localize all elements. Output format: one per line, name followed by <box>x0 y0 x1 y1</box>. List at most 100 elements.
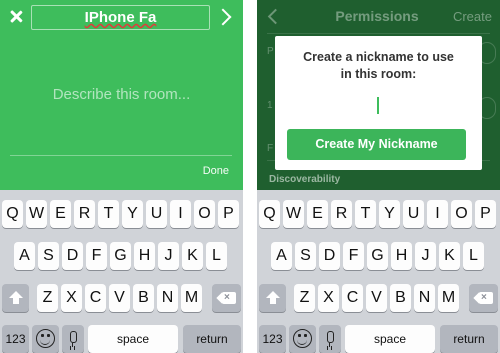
key-k[interactable]: K <box>439 242 460 270</box>
numbers-key[interactable]: 123 <box>2 325 29 353</box>
emoji-key[interactable] <box>289 325 316 353</box>
key-a[interactable]: A <box>14 242 35 270</box>
key-x[interactable]: X <box>318 284 339 312</box>
background-text: F <box>267 143 274 154</box>
key-i[interactable]: I <box>170 200 191 228</box>
delete-key[interactable]: × <box>212 284 241 312</box>
room-title-value: IPhone Fa <box>84 9 157 26</box>
microphone-key[interactable] <box>62 325 84 353</box>
key-u[interactable]: U <box>403 200 424 228</box>
room-description-input[interactable]: Describe this room... <box>0 84 243 106</box>
discoverability-label: Discoverability <box>269 174 341 185</box>
key-c[interactable]: C <box>85 284 106 312</box>
backspace-x-glyph: × <box>224 292 230 303</box>
background-text: P <box>267 46 274 57</box>
permissions-panel: Permissions Create P 1 F Discoverability… <box>257 0 500 190</box>
key-i[interactable]: I <box>427 200 448 228</box>
create-nickname-button[interactable]: Create My Nickname <box>287 129 466 160</box>
divider <box>10 155 232 156</box>
emoji-key[interactable] <box>32 325 59 353</box>
nickname-input-caret[interactable] <box>377 97 379 114</box>
key-t[interactable]: T <box>355 200 376 228</box>
shift-key[interactable] <box>259 284 286 312</box>
key-j[interactable]: J <box>158 242 179 270</box>
key-v[interactable]: V <box>366 284 387 312</box>
key-n[interactable]: N <box>157 284 178 312</box>
permissions-screen: Permissions Create P 1 F Discoverability… <box>257 0 500 353</box>
nickname-dialog: Create a nickname to use in this room: C… <box>275 36 482 170</box>
key-q[interactable]: Q <box>259 200 280 228</box>
numbers-key[interactable]: 123 <box>259 325 286 353</box>
keyboard: Q W E R T Y U I O P A S D F G H J K L Z X C V B N M × 123 space retur… <box>257 190 500 353</box>
background-divider <box>267 33 490 34</box>
return-key[interactable]: return <box>183 325 241 353</box>
key-v[interactable]: V <box>109 284 130 312</box>
microphone-icon <box>326 331 334 347</box>
background-text: 1 <box>267 100 273 111</box>
key-r[interactable]: R <box>331 200 352 228</box>
dialog-title-line1: Create a nickname to use <box>303 50 454 64</box>
key-l[interactable]: L <box>206 242 227 270</box>
key-h[interactable]: H <box>391 242 412 270</box>
key-w[interactable]: W <box>283 200 304 228</box>
page-title: Permissions <box>335 8 419 24</box>
key-m[interactable]: M <box>438 284 459 312</box>
key-e[interactable]: E <box>50 200 71 228</box>
shift-icon <box>266 291 280 305</box>
room-title-input[interactable]: IPhone Fa <box>31 5 210 30</box>
dialog-title-line2: in this room: <box>340 67 417 81</box>
key-y[interactable]: Y <box>122 200 143 228</box>
key-b[interactable]: B <box>133 284 154 312</box>
microphone-key[interactable] <box>319 325 341 353</box>
key-t[interactable]: T <box>98 200 119 228</box>
space-key[interactable]: space <box>88 325 178 353</box>
key-s[interactable]: S <box>295 242 316 270</box>
key-d[interactable]: D <box>319 242 340 270</box>
key-u[interactable]: U <box>146 200 167 228</box>
emoji-icon <box>36 329 55 348</box>
key-g[interactable]: G <box>110 242 131 270</box>
delete-key[interactable]: × <box>469 284 498 312</box>
key-o[interactable]: O <box>194 200 215 228</box>
key-g[interactable]: G <box>367 242 388 270</box>
key-k[interactable]: K <box>182 242 203 270</box>
key-r[interactable]: R <box>74 200 95 228</box>
emoji-icon <box>293 329 312 348</box>
key-a[interactable]: A <box>271 242 292 270</box>
key-f[interactable]: F <box>86 242 107 270</box>
key-s[interactable]: S <box>38 242 59 270</box>
key-y[interactable]: Y <box>379 200 400 228</box>
key-z[interactable]: Z <box>37 284 58 312</box>
create-button[interactable]: Create <box>453 9 492 24</box>
room-header-panel: IPhone Fa Describe this room... Done <box>0 0 243 190</box>
key-w[interactable]: W <box>26 200 47 228</box>
key-z[interactable]: Z <box>294 284 315 312</box>
keyboard: Q W E R T Y U I O P A S D F G H J K L Z X C V B N M × 123 space retur… <box>0 190 243 353</box>
key-e[interactable]: E <box>307 200 328 228</box>
key-o[interactable]: O <box>451 200 472 228</box>
dialog-title: Create a nickname to use in this room: <box>275 49 482 83</box>
key-n[interactable]: N <box>414 284 435 312</box>
key-x[interactable]: X <box>61 284 82 312</box>
chevron-right-icon[interactable] <box>217 8 233 26</box>
shift-key[interactable] <box>2 284 29 312</box>
key-f[interactable]: F <box>343 242 364 270</box>
microphone-icon <box>69 331 77 347</box>
done-button[interactable]: Done <box>203 165 229 177</box>
shift-icon <box>9 291 23 305</box>
key-b[interactable]: B <box>390 284 411 312</box>
key-c[interactable]: C <box>342 284 363 312</box>
space-key[interactable]: space <box>345 325 435 353</box>
key-d[interactable]: D <box>62 242 83 270</box>
chevron-left-icon[interactable] <box>267 9 279 23</box>
close-icon[interactable] <box>6 6 26 28</box>
key-q[interactable]: Q <box>2 200 23 228</box>
key-m[interactable]: M <box>181 284 202 312</box>
key-j[interactable]: J <box>415 242 436 270</box>
return-key[interactable]: return <box>440 325 498 353</box>
backspace-x-glyph: × <box>481 292 487 303</box>
key-h[interactable]: H <box>134 242 155 270</box>
key-l[interactable]: L <box>463 242 484 270</box>
key-p[interactable]: P <box>475 200 496 228</box>
key-p[interactable]: P <box>218 200 239 228</box>
